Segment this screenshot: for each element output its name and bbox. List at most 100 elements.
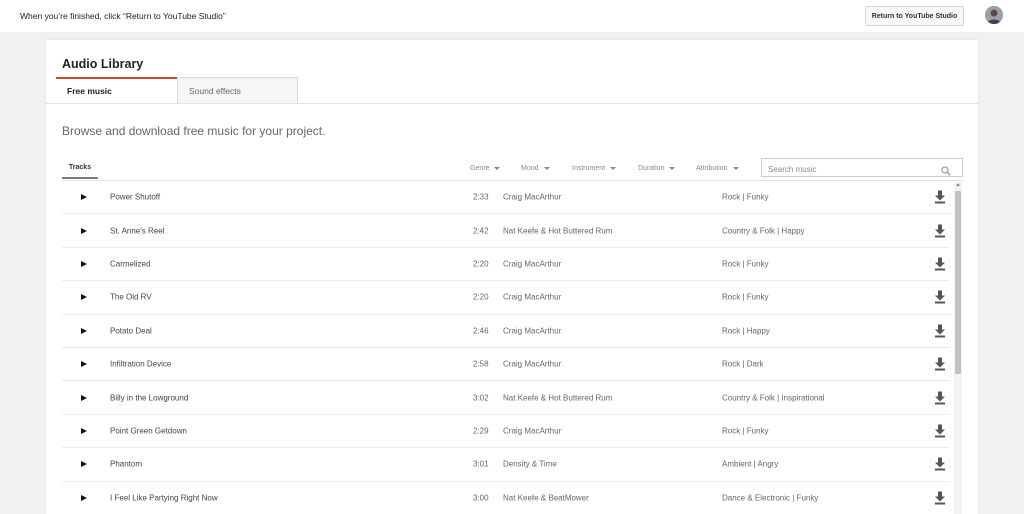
search-input[interactable]: [762, 161, 932, 178]
track-genre-mood: Country & Folk | Inspirational: [722, 393, 825, 403]
track-genre-mood: Rock | Dark: [722, 359, 764, 369]
track-duration: 2:29: [473, 426, 489, 436]
audio-library-panel: Audio Library Free music Sound effects B…: [46, 40, 978, 514]
track-duration: 2:46: [473, 326, 489, 336]
track-artist[interactable]: Craig MacArthur: [503, 293, 561, 302]
chevron-down-icon: [732, 166, 739, 170]
tab-free-music[interactable]: Free music: [56, 77, 177, 103]
track-row[interactable]: Billy in the Lowground 3:02 Nat Keefe & Ho…: [62, 381, 950, 415]
duration-filter[interactable]: Duration: [638, 157, 676, 179]
track-row[interactable]: Potato Deal 2:46 Craig MacArthur Rock | Hap…: [62, 315, 950, 348]
duration-filter-label: Duration: [638, 164, 665, 172]
track-artist[interactable]: Density & Time: [503, 460, 557, 469]
track-artist[interactable]: Nat Keefe & Hot Buttered Rum: [503, 226, 612, 235]
download-icon[interactable]: [934, 324, 946, 338]
play-icon[interactable]: [81, 227, 87, 234]
track-genre-mood: Dance & Electronic | Funky: [722, 493, 819, 503]
chevron-down-icon: [610, 166, 617, 170]
genre-filter[interactable]: Genre: [470, 157, 501, 179]
track-row[interactable]: Carmelized 2:20 Craig MacArthur Rock | Funk…: [62, 248, 950, 282]
tab-sound-effects[interactable]: Sound effects: [177, 77, 298, 103]
instrument-filter[interactable]: Instrument: [572, 157, 617, 179]
track-row[interactable]: I Feel Like Partying Right Now 3:00 Nat Ke…: [62, 482, 950, 514]
download-icon[interactable]: [934, 290, 946, 304]
play-icon[interactable]: [81, 427, 87, 434]
track-duration: 2:20: [473, 292, 489, 302]
play-icon[interactable]: [81, 294, 87, 301]
play-icon[interactable]: [81, 394, 87, 401]
track-genre-mood: Rock | Funky: [722, 259, 769, 269]
track-title: Infiltration Device: [110, 359, 172, 369]
download-icon[interactable]: [934, 391, 946, 405]
library-tabs: Free music Sound effects: [56, 77, 298, 103]
download-icon[interactable]: [934, 457, 946, 471]
instrument-filter-label: Instrument: [572, 164, 606, 172]
genre-filter-label: Genre: [470, 164, 490, 172]
download-icon[interactable]: [934, 424, 946, 438]
track-row[interactable]: Power Shutoff 2:33 Craig MacArthur Rock | F…: [62, 181, 950, 215]
track-title: Carmelized: [110, 259, 151, 269]
track-title: Potato Deal: [110, 326, 152, 336]
track-title: Power Shutoff: [110, 192, 161, 202]
attribution-filter-label: Attribution: [696, 164, 728, 172]
tab-divider: [46, 103, 978, 104]
track-row[interactable]: Infiltration Device 2:58 Craig MacArthur Ro…: [62, 348, 950, 382]
mood-filter[interactable]: Mood: [521, 157, 550, 179]
track-genre-mood: Rock | Funky: [722, 292, 769, 302]
track-genre-mood: Ambient | Angry: [722, 459, 779, 469]
return-notice: When you’re finished, click “Return to Y…: [20, 11, 226, 21]
top-banner: When you’re finished, click “Return to Y…: [0, 0, 1024, 32]
track-row[interactable]: Point Green Getdown 2:29 Craig MacArthur Ro…: [62, 415, 950, 449]
track-row[interactable]: The Old RV 2:20 Craig MacArthur Rock | Funk…: [62, 281, 950, 315]
track-genre-mood: Rock | Funky: [722, 192, 769, 202]
search-icon[interactable]: [941, 163, 951, 176]
track-title: The Old RV: [110, 292, 152, 302]
play-icon[interactable]: [81, 194, 87, 201]
page-title: Audio Library: [62, 57, 144, 71]
chevron-down-icon: [669, 166, 676, 170]
download-icon[interactable]: [934, 190, 946, 204]
play-icon[interactable]: [81, 260, 87, 267]
scrollbar[interactable]: [954, 183, 962, 514]
track-genre-mood: Rock | Happy: [722, 326, 770, 336]
track-artist[interactable]: Nat Keefe & Hot Buttered Rum: [503, 393, 612, 402]
track-artist[interactable]: Craig MacArthur: [503, 326, 561, 335]
play-icon[interactable]: [81, 361, 87, 368]
track-artist[interactable]: Craig MacArthur: [503, 360, 561, 369]
library-subtitle: Browse and download free music for your …: [62, 124, 326, 138]
track-genre-mood: Rock | Funky: [722, 426, 769, 436]
track-row[interactable]: St. Anne's Reel 2:42 Nat Keefe & Hot Butte…: [62, 214, 950, 248]
track-row[interactable]: Phantom 3:01 Density & Time Ambient | Angry: [62, 448, 950, 482]
play-icon[interactable]: [81, 327, 87, 334]
chevron-down-icon: [494, 166, 501, 170]
track-title: St. Anne's Reel: [110, 226, 165, 236]
search-box: [761, 158, 963, 178]
track-list: Power Shutoff 2:33 Craig MacArthur Rock | F…: [62, 181, 950, 514]
mood-filter-label: Mood: [521, 164, 539, 172]
track-artist[interactable]: Craig MacArthur: [503, 426, 561, 435]
download-icon[interactable]: [934, 257, 946, 271]
filter-bar: Tracks Genre Mood Instrument Duration At…: [62, 157, 963, 179]
download-icon[interactable]: [934, 491, 946, 505]
track-duration: 2:42: [473, 226, 489, 236]
play-icon[interactable]: [81, 494, 87, 501]
track-genre-mood: Country & Folk | Happy: [722, 226, 805, 236]
avatar[interactable]: [985, 6, 1003, 24]
tracks-tab[interactable]: Tracks: [62, 157, 98, 179]
chevron-down-icon: [543, 166, 550, 170]
scrollbar-thumb[interactable]: [955, 191, 961, 374]
track-title: I Feel Like Partying Right Now: [110, 493, 218, 503]
download-icon[interactable]: [934, 224, 946, 238]
track-duration: 3:01: [473, 459, 489, 469]
track-artist[interactable]: Craig MacArthur: [503, 193, 561, 202]
attribution-filter[interactable]: Attribution: [696, 157, 739, 179]
return-to-studio-button[interactable]: Return to YouTube Studio: [865, 6, 964, 26]
download-icon[interactable]: [934, 357, 946, 371]
scroll-up-arrow-icon[interactable]: [956, 183, 960, 186]
track-duration: 3:02: [473, 393, 489, 403]
track-duration: 2:20: [473, 259, 489, 269]
track-title: Point Green Getdown: [110, 426, 187, 436]
track-artist[interactable]: Nat Keefe & BeatMower: [503, 493, 589, 502]
track-artist[interactable]: Craig MacArthur: [503, 259, 561, 268]
play-icon[interactable]: [81, 461, 87, 468]
